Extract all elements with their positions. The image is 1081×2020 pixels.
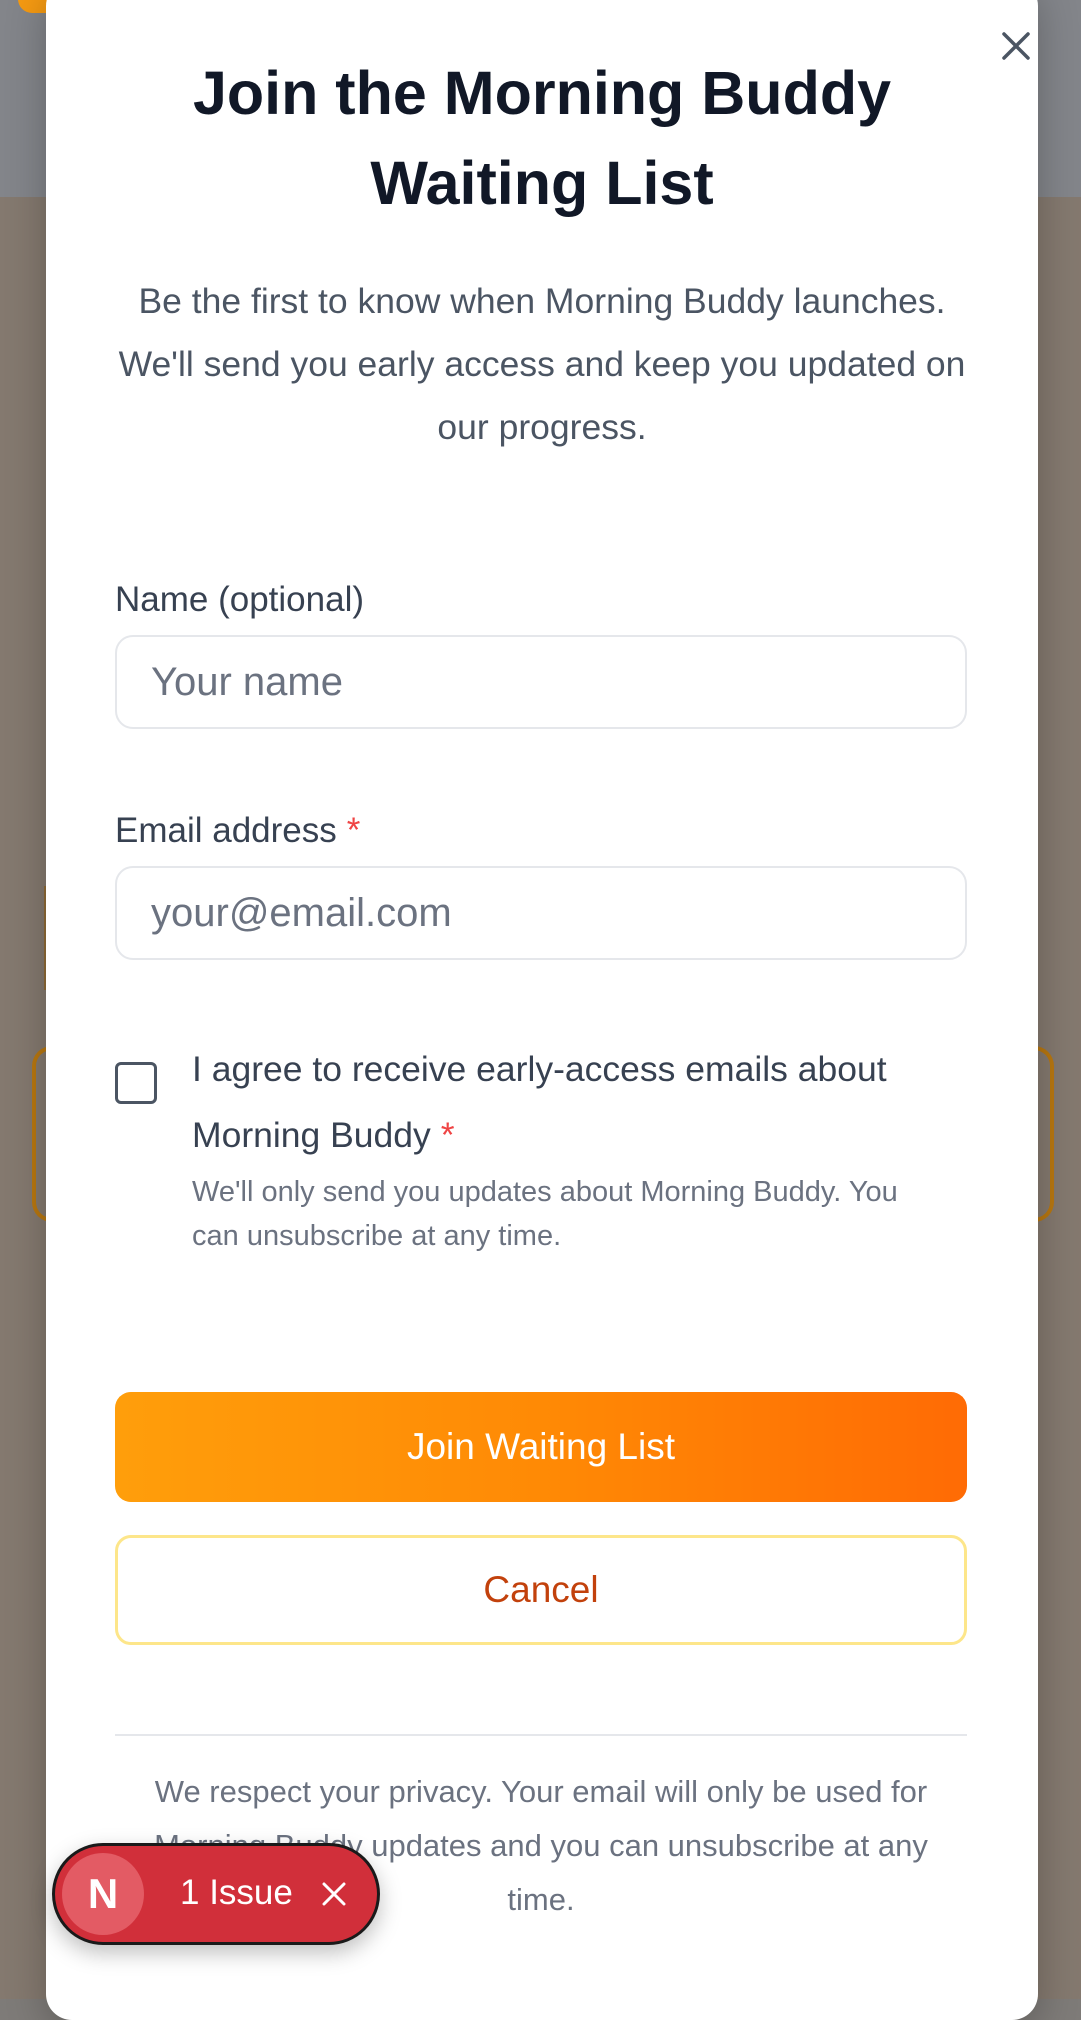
nextjs-logo-icon: N [62,1853,144,1935]
cancel-button[interactable]: Cancel [115,1535,967,1645]
name-label-text: Name (optional) [115,580,364,619]
dismiss-issue-button[interactable] [313,1873,355,1915]
consent-label[interactable]: I agree to receive early-access emails a… [192,1036,932,1168]
close-icon [1002,32,1030,60]
issue-count-label[interactable]: 1 Issue [180,1873,293,1913]
join-waiting-list-button[interactable]: Join Waiting List [115,1392,967,1502]
required-marker: * [346,811,361,850]
consent-checkbox[interactable] [115,1062,157,1104]
close-button[interactable] [990,20,1042,72]
modal-subtitle: Be the first to know when Morning Buddy … [118,281,966,447]
name-input[interactable] [115,635,967,729]
waitlist-modal: Join the Morning Buddy Waiting List Be t… [46,0,1038,2020]
close-icon [322,1882,346,1906]
consent-help-text: We'll only send you updates about Mornin… [192,1176,898,1252]
email-label-text: Email address [115,811,337,850]
email-input[interactable] [115,866,967,960]
modal-title: Join the Morning Buddy Waiting List [192,59,892,217]
divider [115,1734,967,1736]
issue-badge[interactable]: N 1 Issue [52,1843,380,1945]
name-label: Name (optional) [115,580,364,620]
consent-label-text: I agree to receive early-access emails a… [192,1049,887,1155]
required-marker: * [440,1115,455,1155]
email-label: Email address * [115,811,360,851]
